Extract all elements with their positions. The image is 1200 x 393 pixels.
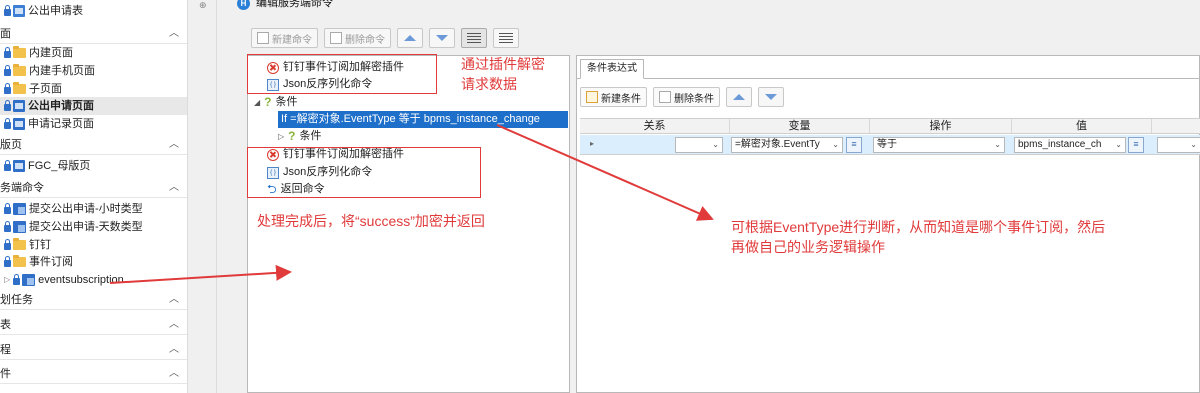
arrow-to-eventtype-note (496, 124, 714, 221)
annotation-arrows (109, 124, 714, 284)
arrow-from-eventsubscription (109, 264, 292, 284)
